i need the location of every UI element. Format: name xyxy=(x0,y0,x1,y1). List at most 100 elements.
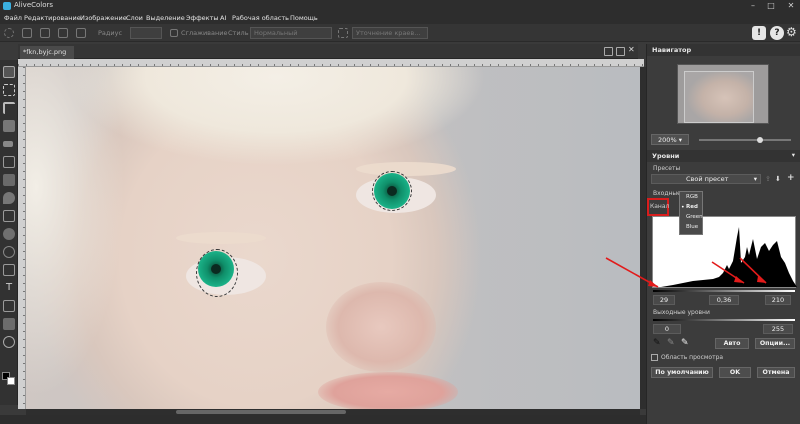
menu-file[interactable]: Файл xyxy=(4,14,22,22)
selection-marquee-right-eye xyxy=(372,171,412,211)
levels-collapse-icon[interactable]: ▾ xyxy=(792,151,795,159)
input-black-field[interactable]: 29 xyxy=(653,295,675,305)
menu-selection[interactable]: Выделение xyxy=(146,14,185,22)
document-close-icon[interactable]: ✕ xyxy=(628,45,635,54)
menu-image[interactable]: Изображение xyxy=(80,14,127,22)
navigator-title: Навигатор xyxy=(652,46,692,54)
background-color-swatch[interactable] xyxy=(7,377,15,385)
subtract-selection-icon[interactable] xyxy=(58,28,68,38)
channel-option-rgb[interactable]: RGB xyxy=(686,194,698,200)
channel-label: Канал xyxy=(650,203,670,210)
photo-nose xyxy=(326,282,436,372)
smoothing-label: Сглаживание xyxy=(181,29,228,37)
document-float-icon[interactable] xyxy=(616,47,625,56)
notification-icon[interactable]: ! xyxy=(752,26,766,40)
zoom-slider-knob[interactable] xyxy=(757,137,763,143)
channel-option-green[interactable]: Green xyxy=(686,214,703,220)
menu-ai[interactable]: AI xyxy=(220,14,226,22)
brush-tool-icon[interactable] xyxy=(3,156,15,168)
clone-tool-icon[interactable] xyxy=(3,174,15,186)
white-eyedropper-icon[interactable]: ✎ xyxy=(681,338,689,348)
auto-button[interactable]: Авто xyxy=(715,338,749,349)
output-levels-label: Выходные уровни xyxy=(653,309,710,316)
chevron-down-icon: ▾ xyxy=(753,175,757,183)
ok-button[interactable]: OK xyxy=(719,367,751,378)
output-black-field[interactable]: 0 xyxy=(653,324,681,334)
menu-bar: Файл Редактирование Изображение Слои Выд… xyxy=(0,12,800,24)
app-title: AliveColors xyxy=(14,1,54,9)
radius-input[interactable] xyxy=(130,27,162,39)
healing-tool-icon[interactable] xyxy=(3,141,13,147)
fill-tool-icon[interactable] xyxy=(3,192,15,204)
intersect-selection-icon[interactable] xyxy=(76,28,86,38)
default-button[interactable]: По умолчанию xyxy=(651,367,713,378)
add-selection-icon[interactable] xyxy=(40,28,50,38)
new-selection-icon[interactable] xyxy=(22,28,32,38)
input-white-field[interactable]: 210 xyxy=(765,295,791,305)
channel-option-red[interactable]: Red xyxy=(686,204,698,210)
document-info-icon[interactable] xyxy=(604,47,613,56)
selected-bullet-icon: • xyxy=(681,204,685,211)
options-button[interactable]: Опции... xyxy=(755,338,795,349)
horizontal-scroll-thumb[interactable] xyxy=(176,410,346,414)
preset-select[interactable]: Свой пресет ▾ xyxy=(651,174,761,184)
blur-tool-icon[interactable] xyxy=(3,228,15,240)
zoom-slider[interactable] xyxy=(699,139,791,141)
settings-gear-icon[interactable]: ⚙ xyxy=(786,25,797,39)
refine-edge-button[interactable]: Уточнение краев... xyxy=(352,27,428,39)
radius-label: Радиус xyxy=(98,29,123,37)
move-tool-icon[interactable] xyxy=(3,66,15,78)
save-preset-icon[interactable]: ⇪ xyxy=(765,175,771,183)
channel-dropdown[interactable]: RGB • Red Green Blue xyxy=(679,191,703,235)
menu-layers[interactable]: Слои xyxy=(126,14,143,22)
channel-option-blue[interactable]: Blue xyxy=(686,224,698,230)
style-select[interactable]: Нормальный xyxy=(250,27,332,39)
document-tab-title: *fkn,byjc.png xyxy=(23,48,67,56)
menu-edit[interactable]: Редактирование xyxy=(24,14,81,22)
presets-label: Пресеты xyxy=(653,165,681,172)
ellipse-select-icon[interactable] xyxy=(4,28,14,38)
text-tool-icon[interactable]: T xyxy=(3,282,15,294)
preset-value: Свой пресет xyxy=(686,175,729,183)
navigator-view-box[interactable] xyxy=(684,71,754,123)
document-tab[interactable]: *fkn,byjc.png xyxy=(20,46,74,59)
menu-effects[interactable]: Эффекты xyxy=(186,14,219,22)
input-gamma-field[interactable]: 0,36 xyxy=(709,295,739,305)
pen-tool-icon[interactable] xyxy=(3,264,15,276)
photo-hair-side xyxy=(26,67,146,409)
zoom-tool-icon[interactable] xyxy=(3,336,15,348)
gray-eyedropper-icon[interactable]: ✎ xyxy=(667,338,675,348)
output-white-field[interactable]: 255 xyxy=(763,324,793,334)
crop-tool-icon[interactable] xyxy=(3,102,15,114)
help-icon[interactable]: ? xyxy=(770,26,784,40)
title-bar: AliveColors – □ ✕ xyxy=(0,0,800,12)
selection-tool-icon[interactable] xyxy=(3,84,15,96)
preview-checkbox[interactable] xyxy=(651,354,658,361)
document-tab-bar: *fkn,byjc.png ✕ xyxy=(18,44,638,59)
input-levels-slider[interactable] xyxy=(653,290,795,292)
ruler-vertical xyxy=(18,67,26,409)
zoom-select[interactable]: 200% ▾ xyxy=(651,134,689,145)
cancel-button[interactable]: Отмена xyxy=(757,367,795,378)
menu-workspace[interactable]: Рабочая область xyxy=(232,14,289,22)
close-icon[interactable]: ✕ xyxy=(782,0,800,12)
levels-title: Уровни xyxy=(652,152,680,160)
navigator-thumbnail[interactable] xyxy=(677,64,769,124)
maximize-icon[interactable]: □ xyxy=(762,0,780,12)
eraser-tool-icon[interactable] xyxy=(3,210,15,222)
menu-help[interactable]: Помощь xyxy=(290,14,318,22)
hand-tool-icon[interactable] xyxy=(3,318,15,330)
smoothing-checkbox[interactable] xyxy=(170,29,178,37)
selection-marquee-left-eye xyxy=(196,249,238,297)
add-preset-icon[interactable]: + xyxy=(787,173,795,183)
dodge-tool-icon[interactable] xyxy=(3,246,15,258)
eyedropper-tool-icon[interactable] xyxy=(3,120,15,132)
output-levels-slider[interactable] xyxy=(653,319,795,321)
download-preset-icon[interactable]: ⬇ xyxy=(775,175,781,183)
shape-tool-icon[interactable] xyxy=(3,300,15,312)
histogram-graph xyxy=(653,227,797,287)
minimize-icon[interactable]: – xyxy=(744,0,762,12)
app-logo-icon xyxy=(3,2,11,10)
image-canvas[interactable] xyxy=(26,67,640,409)
black-eyedropper-icon[interactable]: ✎ xyxy=(653,338,661,348)
